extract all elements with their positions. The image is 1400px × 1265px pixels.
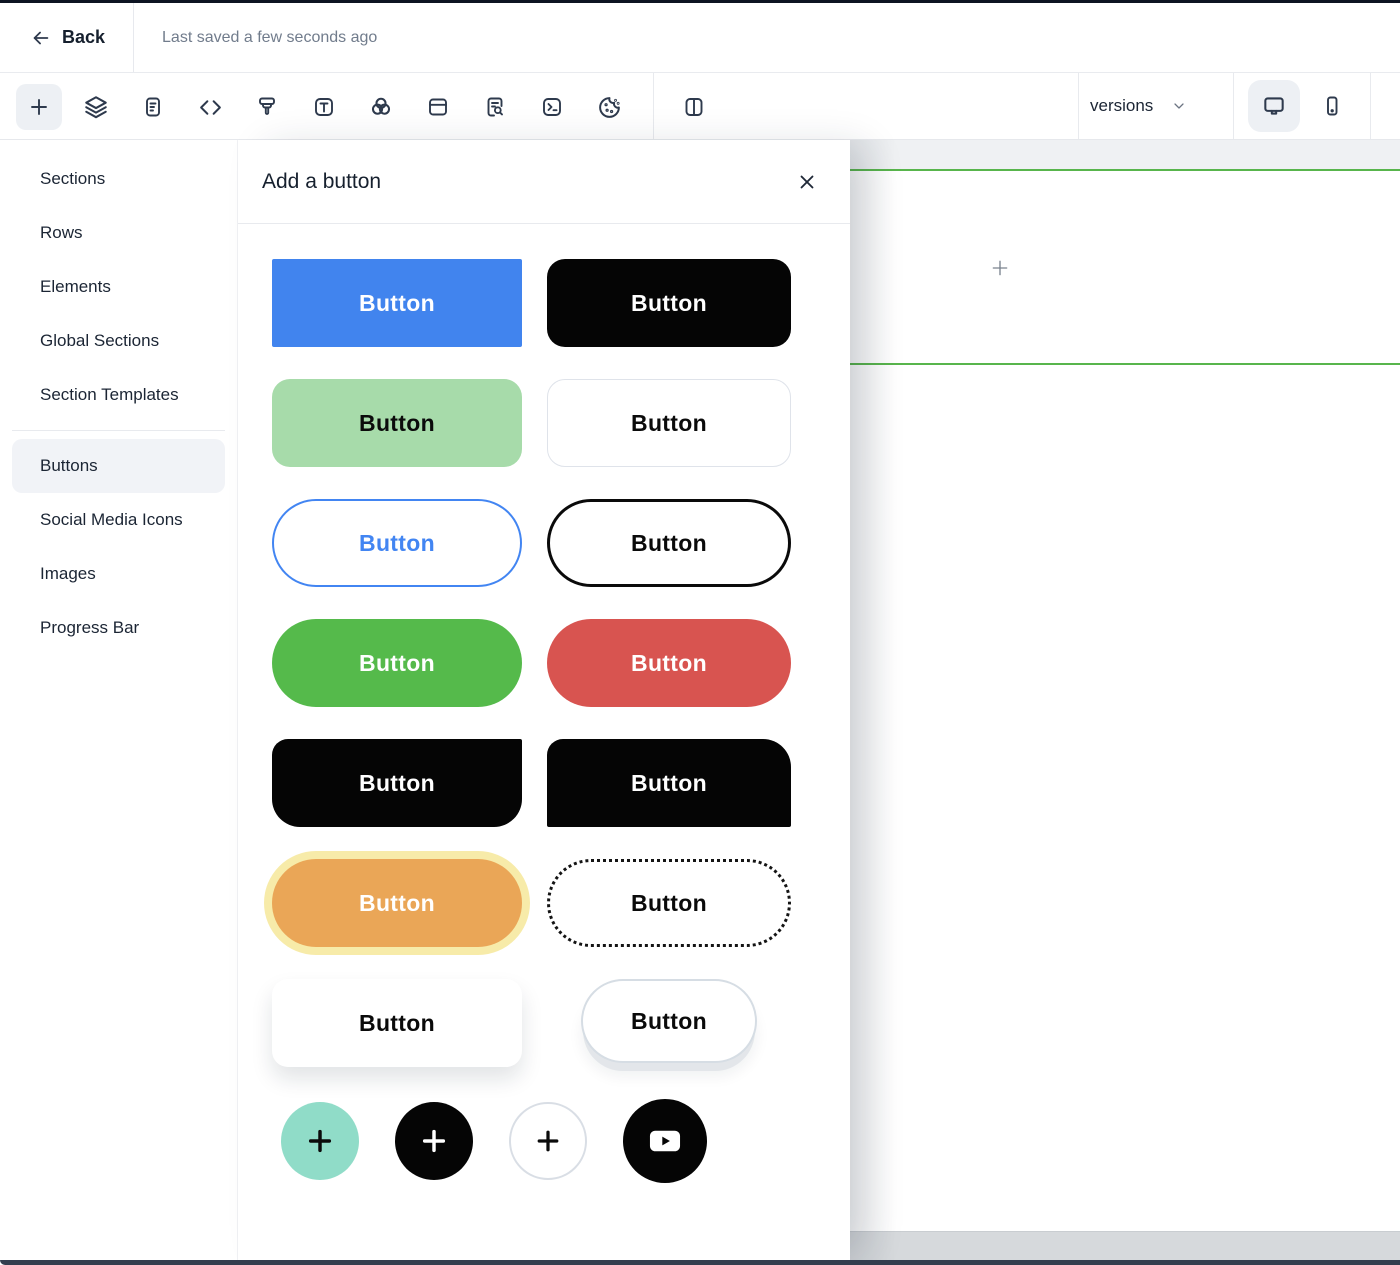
browser-card-icon: [429, 98, 447, 116]
toolbar-divider-2: [1078, 73, 1079, 139]
overlapping-circles-icon: [371, 97, 391, 115]
plus-icon: [537, 1130, 559, 1152]
button-template-white-shadow[interactable]: Button: [272, 979, 522, 1067]
card-tool-button[interactable]: [415, 84, 461, 130]
add-tool-button[interactable]: [16, 84, 62, 130]
button-template-lightgreen-rounded[interactable]: Button: [272, 379, 522, 467]
window-top-edge: [0, 0, 1400, 3]
layers-tool-button[interactable]: [73, 84, 119, 130]
header-divider: [133, 3, 135, 72]
versions-label: versions: [1090, 96, 1154, 115]
sidebar-item-buttons[interactable]: Buttons: [12, 439, 225, 493]
code-tool-button[interactable]: [187, 84, 233, 130]
arrow-left-icon: [33, 31, 49, 44]
code-icon: [199, 99, 221, 115]
mobile-view-button[interactable]: [1306, 80, 1358, 132]
terminal-icon: [543, 98, 561, 116]
panel-header: Add a button: [238, 140, 850, 224]
cookie-tool-button[interactable]: [586, 84, 632, 130]
button-template-black-outline-pill[interactable]: Button: [547, 499, 791, 587]
button-template-white-outline-rounded[interactable]: Button: [547, 379, 791, 467]
back-label: Back: [62, 27, 106, 47]
sidebar-item-elements[interactable]: Elements: [0, 260, 237, 314]
sidebar-item-section-templates[interactable]: Section Templates: [0, 368, 237, 422]
file-search-tool-button[interactable]: [472, 84, 518, 130]
panel-cast-shadow: [850, 140, 896, 1260]
icon-button-black-plus[interactable]: [395, 1102, 473, 1180]
sidebar-item-rows[interactable]: Rows: [0, 206, 237, 260]
button-template-green-pill[interactable]: Button: [272, 619, 522, 707]
back-button[interactable]: Back: [0, 3, 133, 72]
button-template-grid: Button Button Button Button Button Butto…: [272, 259, 791, 1183]
sidebar-item-sections[interactable]: Sections: [0, 152, 237, 206]
toolbar-divider-3: [1233, 73, 1234, 139]
cookie-icon: [598, 96, 620, 118]
close-icon: [800, 175, 814, 188]
columns-icon: [685, 98, 703, 116]
saved-status: Last saved a few seconds ago: [162, 28, 378, 46]
chevron-down-icon: [1174, 103, 1184, 109]
monitor-icon: [1264, 97, 1284, 115]
sidebar-item-global-sections[interactable]: Global Sections: [0, 314, 237, 368]
panel-close-button[interactable]: [792, 167, 822, 197]
paintbrush-icon: [259, 97, 275, 115]
panel-title: Add a button: [262, 169, 382, 193]
terminal-tool-button[interactable]: [529, 84, 575, 130]
sidebar-divider: [12, 430, 225, 431]
text-icon: [315, 98, 333, 116]
icon-button-white-plus[interactable]: [509, 1102, 587, 1180]
plus-icon: [422, 1129, 446, 1153]
sidebar-item-progress-bar[interactable]: Progress Bar: [0, 601, 237, 655]
window-bottom-edge: [0, 1260, 1400, 1265]
toolbar-divider-1: [653, 73, 654, 139]
header-bar: Back Last saved a few seconds ago: [0, 3, 1400, 72]
toolbar: versions: [0, 72, 1400, 140]
plus-icon: [992, 260, 1008, 276]
sidebar: Sections Rows Elements Global Sections S…: [0, 140, 238, 1260]
document-lines-icon: [146, 97, 160, 117]
icon-button-teal-plus[interactable]: [281, 1102, 359, 1180]
canvas-bottom-strip: [850, 1231, 1400, 1260]
icon-button-row: [281, 1099, 791, 1183]
sidebar-item-images[interactable]: Images: [0, 547, 237, 601]
button-template-blue-outline-pill[interactable]: Button: [272, 499, 522, 587]
button-template-blue-square[interactable]: Button: [272, 259, 522, 347]
file-search-icon: [487, 97, 503, 117]
button-template-white-3d-pill[interactable]: Button: [581, 979, 757, 1063]
desktop-view-button[interactable]: [1248, 80, 1300, 132]
button-template-dotted-pill[interactable]: Button: [547, 859, 791, 947]
colors-tool-button[interactable]: [358, 84, 404, 130]
button-template-red-pill[interactable]: Button: [547, 619, 791, 707]
sidebar-item-social-media-icons[interactable]: Social Media Icons: [0, 493, 237, 547]
youtube-icon: [649, 1130, 681, 1152]
icon-button-youtube[interactable]: [623, 1099, 707, 1183]
brush-tool-button[interactable]: [244, 84, 290, 130]
layers-icon: [85, 96, 107, 119]
text-tool-button[interactable]: [301, 84, 347, 130]
canvas-add-button[interactable]: [990, 258, 1010, 278]
split-view-tool-button[interactable]: [671, 84, 717, 130]
document-tool-button[interactable]: [130, 84, 176, 130]
add-button-panel: Add a button Button Button Button Button…: [238, 140, 850, 1260]
button-template-black-rounded[interactable]: Button: [547, 259, 791, 347]
button-template-orange-glow-pill[interactable]: Button: [272, 859, 522, 947]
app-window: Back Last saved a few seconds ago versio…: [0, 0, 1400, 1265]
plus-icon: [308, 1129, 332, 1153]
smartphone-icon: [1327, 96, 1338, 116]
button-template-black-mixed-corners-right[interactable]: Button: [547, 739, 791, 827]
plus-icon: [31, 99, 47, 115]
toolbar-divider-4: [1370, 73, 1371, 139]
versions-dropdown[interactable]: versions: [1090, 73, 1187, 139]
button-template-black-mixed-corners-left[interactable]: Button: [272, 739, 522, 827]
